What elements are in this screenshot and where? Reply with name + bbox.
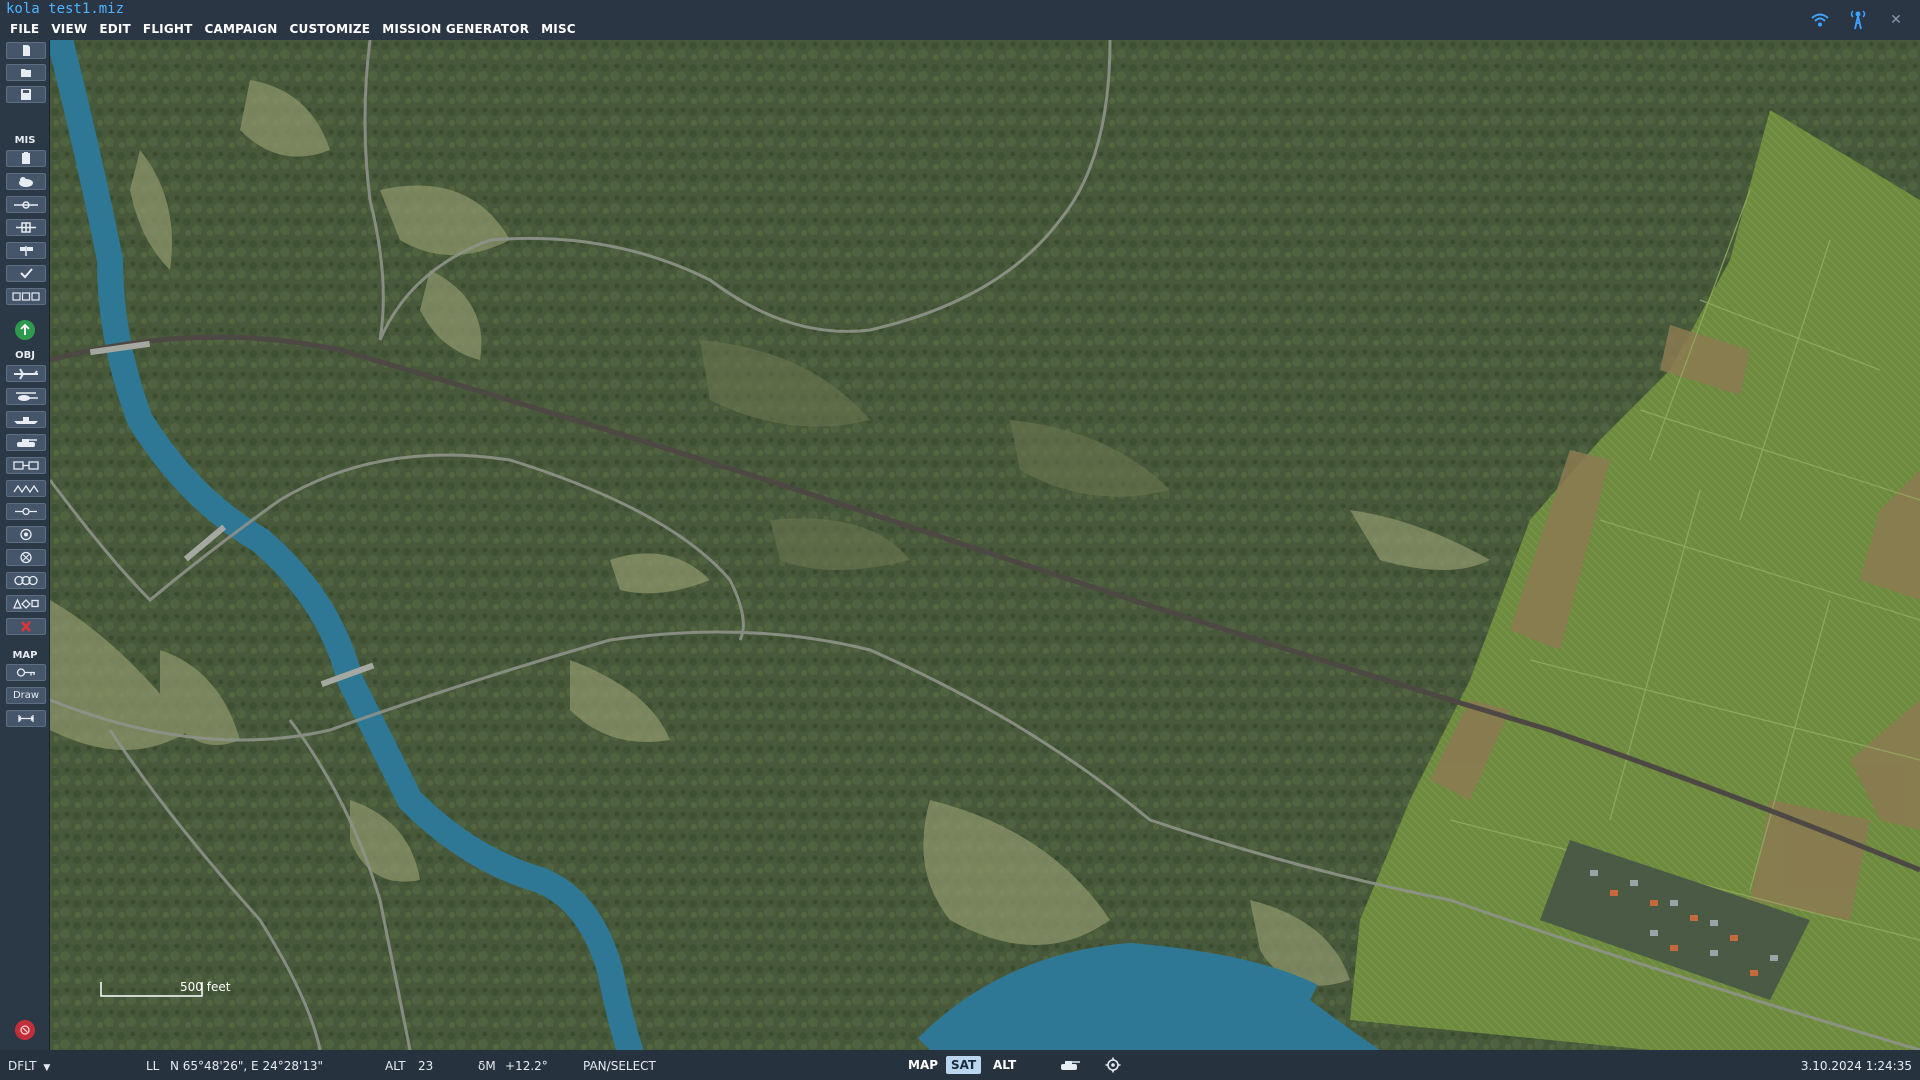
- settings-button[interactable]: [1099, 1055, 1127, 1075]
- map-scale-label: 500 feet: [180, 980, 231, 994]
- title-bar: kola test1.miz FILE VIEW EDIT FLIGHT CAM…: [0, 0, 1920, 40]
- clipboard-icon: [22, 152, 30, 164]
- check-icon: [20, 268, 33, 279]
- red-stop-button[interactable]: [15, 1020, 35, 1040]
- menu-view[interactable]: VIEW: [45, 21, 93, 37]
- menu-bar: FILE VIEW EDIT FLIGHT CAMPAIGN CUSTOMIZE…: [4, 21, 582, 37]
- briefing-button[interactable]: [6, 150, 46, 167]
- save-mission-button[interactable]: [6, 86, 46, 103]
- map-options-button[interactable]: [6, 664, 46, 681]
- add-trigger-zone-button[interactable]: [6, 526, 46, 543]
- delete-button[interactable]: [6, 618, 46, 635]
- section-label-obj: OBJ: [15, 350, 35, 361]
- add-airplane-button[interactable]: [6, 365, 46, 382]
- airplane-icon: [14, 368, 38, 380]
- cloud-icon: [19, 177, 33, 187]
- menu-customize[interactable]: CUSTOMIZE: [284, 21, 377, 37]
- arrow-up-icon: [20, 324, 30, 335]
- ruler-button[interactable]: [6, 710, 46, 727]
- folder-icon: [21, 69, 31, 77]
- check-mission-button[interactable]: [6, 265, 46, 282]
- green-arrow-button[interactable]: [15, 320, 35, 340]
- triggers-button[interactable]: [6, 288, 46, 305]
- zone-icon: [13, 484, 39, 494]
- menu-misc[interactable]: MISC: [535, 21, 582, 37]
- ruler-icon: [18, 715, 34, 722]
- route-icon: [14, 201, 38, 209]
- draw-button[interactable]: Draw: [6, 687, 46, 704]
- template-icon: [14, 575, 38, 586]
- route-tool-button[interactable]: [6, 196, 46, 213]
- add-helicopter-button[interactable]: [6, 388, 46, 405]
- antenna-icon[interactable]: [1848, 10, 1868, 30]
- add-shapes-button[interactable]: [6, 595, 46, 612]
- add-static-button[interactable]: [6, 457, 46, 474]
- add-target-button[interactable]: [6, 549, 46, 566]
- magvar-label: δM: [478, 1059, 496, 1073]
- save-icon: [21, 89, 31, 100]
- close-icon[interactable]: ✕: [1886, 10, 1906, 30]
- section-label-mis: MIS: [14, 135, 36, 146]
- add-zone-button[interactable]: [6, 480, 46, 497]
- bullseye-icon: [20, 528, 32, 541]
- satellite-terrain: [50, 40, 1920, 1050]
- weather-button[interactable]: [6, 173, 46, 190]
- magvar-value: +12.2°: [505, 1059, 548, 1073]
- map-mode-map-button[interactable]: MAP: [903, 1056, 943, 1074]
- menu-mission-generator[interactable]: MISSION GENERATOR: [376, 21, 535, 37]
- target-tool-button[interactable]: [6, 219, 46, 236]
- chevron-down-icon: ▼: [43, 1063, 51, 1073]
- cursor-coordinates: N 65°48'26", E 24°28'13": [170, 1059, 324, 1073]
- tool-mode: PAN/SELECT: [583, 1059, 656, 1073]
- add-navpoint-button[interactable]: [6, 503, 46, 520]
- wifi-icon[interactable]: [1810, 10, 1830, 30]
- menu-flight[interactable]: FLIGHT: [137, 21, 199, 37]
- flags-button[interactable]: [6, 242, 46, 259]
- tank-display-icon: [1061, 1061, 1080, 1070]
- unit-display-button[interactable]: [1056, 1055, 1084, 1075]
- stop-icon: [20, 1025, 30, 1035]
- tank-icon: [17, 439, 37, 447]
- open-mission-button[interactable]: [6, 64, 46, 81]
- profile-value: DFLT: [8, 1059, 37, 1073]
- title-icons: ✕: [1810, 10, 1906, 30]
- add-ship-button[interactable]: [6, 411, 46, 428]
- map-mode-alt-button[interactable]: ALT: [988, 1056, 1021, 1074]
- key-icon: [16, 668, 35, 677]
- status-bar: DFLT ▼ LL N 65°48'26", E 24°28'13" ALT 2…: [0, 1050, 1920, 1080]
- ship-icon: [14, 417, 38, 424]
- menu-file[interactable]: FILE: [4, 21, 45, 37]
- menu-campaign[interactable]: CAMPAIGN: [199, 21, 284, 37]
- section-label-map: MAP: [12, 650, 38, 661]
- static-object-icon: [13, 461, 39, 470]
- left-toolbar: MIS OBJ MAP Draw: [0, 40, 50, 1050]
- crosshair-icon: [20, 551, 32, 564]
- flag-icon: [20, 246, 33, 256]
- coord-mode[interactable]: LL: [146, 1059, 159, 1073]
- shapes-icon: [13, 598, 39, 609]
- altitude-value: 23: [418, 1059, 434, 1073]
- map-mode-sat-button[interactable]: SAT: [946, 1056, 982, 1074]
- mission-datetime: 3.10.2024 1:24:35: [1800, 1059, 1912, 1073]
- map-view[interactable]: 500 feet: [50, 40, 1920, 1050]
- menu-edit[interactable]: EDIT: [93, 21, 137, 37]
- delete-x-icon: [21, 621, 31, 632]
- new-mission-button[interactable]: [6, 42, 46, 59]
- triggers-icon: [12, 292, 40, 301]
- window-title: kola test1.miz: [6, 1, 125, 17]
- target-box-icon: [16, 222, 36, 233]
- navpoint-icon: [15, 507, 37, 516]
- altitude-label: ALT: [385, 1059, 406, 1073]
- add-vehicle-button[interactable]: [6, 434, 46, 451]
- helicopter-icon: [16, 392, 38, 401]
- new-file-icon: [23, 45, 30, 56]
- gear-icon: [1105, 1057, 1121, 1073]
- profile-select[interactable]: DFLT ▼: [8, 1059, 50, 1073]
- add-template-button[interactable]: [6, 572, 46, 589]
